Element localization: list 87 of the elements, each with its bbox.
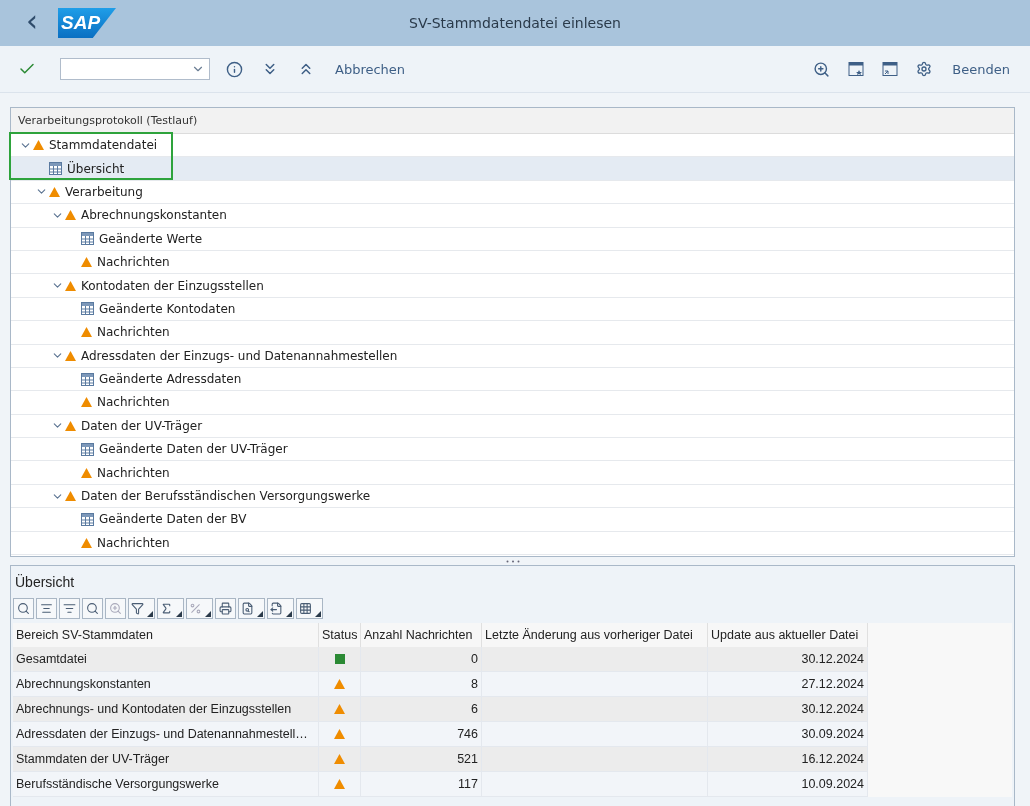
table-icon: [49, 162, 62, 176]
table-cell: Stammdaten der UV-Träger: [13, 747, 319, 772]
sum-button[interactable]: [157, 598, 184, 619]
table-cell: Abrechnungs- und Kontodaten der Einzugsstellen: [13, 697, 319, 722]
sort-ascending-icon: [40, 602, 53, 615]
tree-node-label: Nachrichten: [97, 395, 170, 410]
column-header[interactable]: Status: [319, 623, 361, 647]
table-icon: [81, 232, 94, 246]
table-icon: [81, 442, 94, 456]
table-cell: Gesamtdatei: [13, 647, 319, 672]
details-button[interactable]: [13, 598, 34, 619]
dropdown-corner-icon: [176, 611, 182, 617]
tree-node-label: Stammdatendatei: [49, 138, 158, 153]
table-cell: Abrechnungskonstanten: [13, 672, 319, 697]
layout-button[interactable]: [296, 598, 323, 619]
tree-node-label: Nachrichten: [97, 465, 170, 480]
column-header[interactable]: Letzte Änderung aus vorheriger Datei: [482, 623, 708, 647]
tree-node-label: Geänderte Adressdaten: [99, 372, 242, 387]
table-icon: [81, 302, 94, 316]
back-button[interactable]: ‹: [12, 6, 52, 40]
table-cell: 8: [361, 672, 482, 697]
search-icon: [86, 602, 99, 615]
table-cell: 30.09.2024: [708, 722, 868, 747]
window-icon[interactable]: [880, 59, 901, 79]
table-cell: 521: [361, 747, 482, 772]
toolbar-button[interactable]: Abbrechen: [331, 59, 410, 79]
search-button[interactable]: [82, 598, 103, 619]
print-icon: [219, 602, 232, 615]
table-icon: [81, 512, 94, 526]
tree-node-label: Verarbeitung: [65, 184, 143, 199]
subtotal-icon: [189, 602, 202, 615]
logo: SAP: [58, 8, 116, 38]
tree-node-label: Daten der UV-Träger: [81, 418, 203, 433]
tree-row[interactable]: Übersicht: [11, 157, 1014, 181]
layout-icon: [299, 602, 312, 615]
tree-node-label: Nachrichten: [97, 535, 170, 550]
tree-node-label: Geänderte Werte: [99, 231, 203, 246]
tree-node-label: Abrechnungskonstanten: [81, 208, 227, 223]
table-cell: 0: [361, 647, 482, 672]
table-cell: Berufsständische Versorgungswerke: [13, 772, 319, 797]
tree-node-label: Geänderte Kontodaten: [99, 301, 236, 316]
table-cell: Adressdaten der Einzugs- und Datenannahmestell…: [13, 722, 319, 747]
sort-descending-icon: [63, 602, 76, 615]
tree-node-label: Geänderte Daten der BV: [99, 512, 247, 527]
tree-node-label: Kontodaten der Einzugsstellen: [81, 278, 264, 293]
subtotal-button[interactable]: [186, 598, 213, 619]
view-button[interactable]: [238, 598, 265, 619]
dropdown-corner-icon: [315, 611, 321, 617]
filter-button[interactable]: [128, 598, 155, 619]
dropdown-corner-icon: [147, 611, 153, 617]
sort-ascending-button[interactable]: [36, 598, 57, 619]
dropdown-corner-icon: [286, 611, 292, 617]
tree-node-label: Übersicht: [67, 161, 125, 176]
export-icon: [270, 602, 283, 615]
sum-icon: [160, 602, 173, 615]
window-title: SV-Stammdatendatei einlesen: [409, 15, 621, 31]
section-title: Übersicht: [14, 573, 76, 592]
tree-node-label: Nachrichten: [97, 255, 170, 270]
filter-icon: [131, 602, 144, 615]
table-cell: 30.12.2024: [708, 697, 868, 722]
table-cell: 117: [361, 772, 482, 797]
search-next-icon: [109, 602, 122, 615]
table-cell: 30.12.2024: [708, 647, 868, 672]
column-header[interactable]: Update aus aktueller Datei: [708, 623, 868, 647]
details-icon: [17, 602, 30, 615]
dropdown-corner-icon: [257, 611, 263, 617]
view-icon: [241, 602, 254, 615]
table-icon: [81, 372, 94, 386]
splitter-handle[interactable]: [505, 559, 520, 563]
tree-node-label: Daten der Berufsständischen Versorgungswerke: [81, 489, 371, 504]
column-header[interactable]: Anzahl Nachrichten: [361, 623, 482, 647]
export-button[interactable]: [267, 598, 294, 619]
tree-node-label: Adressdaten der Einzugs- und Datenannahmestellen: [81, 348, 398, 363]
column-header[interactable]: Bereich SV-Stammdaten: [13, 623, 319, 647]
window-star-icon[interactable]: [846, 59, 867, 79]
dropdown-corner-icon: [205, 611, 211, 617]
table-cell: 10.09.2024: [708, 772, 868, 797]
tree-node-label: Geänderte Daten der UV-Träger: [99, 442, 288, 457]
table-cell: 27.12.2024: [708, 672, 868, 697]
toolbar-button[interactable]: Beenden: [948, 59, 1014, 79]
table-cell: 746: [361, 722, 482, 747]
print-button[interactable]: [215, 598, 236, 619]
table-cell: 6: [361, 697, 482, 722]
tree-heading: Verarbeitungsprotokoll (Testlauf): [11, 108, 1014, 134]
tree-node-label: Nachrichten: [97, 325, 170, 340]
sort-descending-button[interactable]: [59, 598, 80, 619]
table-cell: 16.12.2024: [708, 747, 868, 772]
